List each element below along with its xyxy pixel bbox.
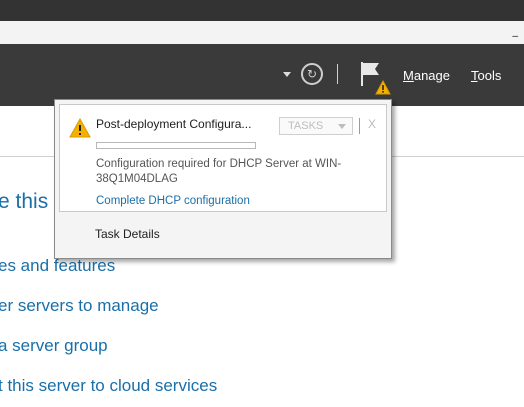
window-menubar: _ — [0, 21, 524, 45]
tasks-label: TASKS — [288, 120, 324, 132]
tools-menu-label: ools — [477, 68, 502, 83]
task-details-link[interactable]: Task Details — [95, 227, 160, 241]
warning-icon — [69, 118, 91, 138]
notification-card: Post-deployment Configura... TASKS X Con… — [59, 104, 387, 212]
close-icon[interactable]: X — [368, 117, 376, 131]
manage-menu-accesskey: M — [403, 68, 414, 83]
notification-title: Post-deployment Configura... — [96, 117, 252, 131]
quick-start-link-add-servers[interactable]: er servers to manage — [0, 296, 159, 316]
window-titlebar — [0, 0, 524, 21]
minimize-button[interactable]: _ — [513, 24, 519, 37]
progress-bar — [96, 142, 256, 149]
tools-menu[interactable]: Tools — [471, 68, 501, 83]
toolbar-divider — [337, 64, 338, 84]
complete-dhcp-configuration-link[interactable]: Complete DHCP configuration — [96, 195, 250, 207]
quick-start-link-create-group[interactable]: a server group — [0, 336, 108, 356]
quick-start-link-cloud[interactable]: t this server to cloud services — [0, 376, 217, 396]
welcome-heading: e this — [0, 190, 49, 213]
notification-divider — [359, 118, 360, 134]
notification-description: Configuration required for DHCP Server a… — [96, 158, 342, 185]
refresh-icon[interactable]: ↻ — [301, 63, 323, 85]
chevron-down-icon — [338, 124, 346, 129]
quick-start-link-add-roles[interactable]: es and features — [0, 256, 115, 276]
tasks-dropdown[interactable]: TASKS — [279, 117, 353, 135]
chevron-down-icon[interactable] — [283, 72, 291, 77]
notifications-popup: Post-deployment Configura... TASKS X Con… — [54, 99, 392, 259]
manage-menu-label: anage — [413, 68, 450, 83]
flag-warning-icon[interactable] — [359, 60, 391, 96]
manage-menu[interactable]: Manage — [403, 68, 450, 83]
